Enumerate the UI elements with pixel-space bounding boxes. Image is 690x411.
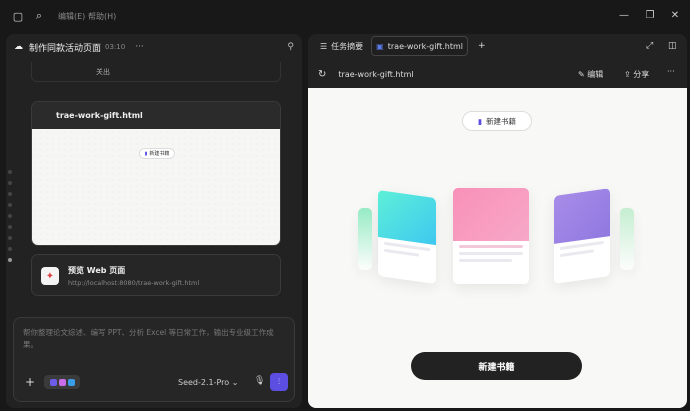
preview-panel: ☰ 任务摘要 ▣ trae-work-gift.html + ⤢ ◫ ↻ trae-… [308, 34, 687, 408]
refresh-icon[interactable]: ↻ [318, 69, 326, 80]
edit-label: 编辑 [587, 70, 604, 79]
sidebar-toggle-icon[interactable]: ▢ [10, 8, 26, 24]
title-bar: ▢ ⌕ 编辑(E) 帮助(H) — ❐ ✕ [0, 0, 690, 32]
tab-task-summary-label: 任务摘要 [331, 41, 364, 51]
menu-edit[interactable]: 编辑(E) [58, 11, 85, 22]
previous-card: 关出 [31, 62, 281, 82]
preview-file-name: trae-work-gift.html [338, 69, 414, 79]
search-icon[interactable]: ⌕ [31, 8, 47, 24]
restore-icon[interactable]: ❐ [643, 8, 657, 22]
chat-header: ☁ 制作同款活动页面 03:10 ··· ⚲ [6, 34, 302, 60]
book-card-far-right [620, 208, 634, 270]
file-card[interactable]: trae-work-gift.html ▮ 新建书籍 [31, 101, 281, 246]
rendered-page: ▮ 新建书籍 新建书籍 [308, 88, 687, 408]
new-book-button[interactable]: 新建书籍 [411, 352, 582, 380]
share-icon: ⇪ [624, 70, 631, 79]
book-card-far-left [358, 208, 372, 270]
file-card-title: trae-work-gift.html [32, 102, 280, 129]
new-book-pill-button[interactable]: ▮ 新建书籍 [462, 111, 532, 131]
model-selector[interactable]: Seed-2.1-Pro ⌄ [178, 378, 238, 387]
edit-icon: ✎ [578, 70, 585, 79]
tab-file-label: trae-work-gift.html [387, 41, 463, 51]
more-options-icon[interactable]: ··· [667, 67, 675, 76]
menu-help[interactable]: 帮助(H) [88, 11, 116, 22]
minimize-icon[interactable]: — [617, 8, 631, 22]
chat-input-placeholder[interactable]: 帮你整理论文综述、编写 PPT、分析 Excel 等日常工作，输出专业级工作成果… [23, 327, 287, 351]
voice-send-button[interactable]: ⫶ [270, 373, 288, 391]
browser-icon: ▣ [376, 41, 384, 51]
chat-input-box[interactable]: 帮你整理论文综述、编写 PPT、分析 Excel 等日常工作，输出专业级工作成果… [13, 317, 295, 402]
expand-icon[interactable]: ⤢ [646, 41, 653, 51]
book-icon: ▮ [477, 116, 483, 126]
previous-card-label: 关出 [96, 68, 110, 76]
share-button[interactable]: ⇪ 分享 [624, 69, 649, 80]
share-label: 分享 [633, 70, 650, 79]
new-book-pill-label: 新建书籍 [486, 116, 517, 126]
tab-task-summary[interactable]: ☰ 任务摘要 [316, 36, 367, 56]
compass-icon: ✦ [41, 267, 59, 285]
preview-toolbar: ↻ trae-work-gift.html ✎ 编辑 ⇪ 分享 ··· [308, 62, 687, 86]
mini-new-book-button: ▮ 新建书籍 [139, 148, 175, 159]
attachment-chips[interactable] [44, 375, 80, 389]
mini-new-book-label: 新建书籍 [149, 151, 170, 157]
new-tab-icon[interactable]: + [478, 41, 486, 51]
file-card-preview: ▮ 新建书籍 [32, 129, 280, 245]
book-card-left [378, 189, 436, 285]
microphone-icon[interactable]: 🎙 [254, 376, 265, 386]
dot-pattern [32, 129, 280, 245]
more-icon[interactable]: ··· [135, 42, 144, 52]
chat-panel: ☁ 制作同款活动页面 03:10 ··· ⚲ 关出 trae-work-gift… [6, 34, 302, 408]
add-icon[interactable]: + [25, 375, 35, 389]
tab-file[interactable]: ▣ trae-work-gift.html [371, 36, 468, 56]
web-preview-title: 预览 Web 页面 [68, 266, 126, 275]
book-card-center [453, 188, 529, 284]
book-icon: ▮ [144, 150, 148, 157]
chat-title: 制作同款活动页面 [29, 43, 102, 54]
pin-icon[interactable]: ⚲ [287, 42, 294, 52]
close-icon[interactable]: ✕ [668, 8, 682, 22]
chat-time: 03:10 [105, 43, 126, 51]
scroll-indicator[interactable] [8, 170, 14, 269]
chevron-down-icon: ⌄ [231, 378, 239, 387]
list-icon: ☰ [320, 41, 328, 51]
tab-bar: ☰ 任务摘要 ▣ trae-work-gift.html + ⤢ ◫ [308, 34, 687, 58]
edit-button[interactable]: ✎ 编辑 [578, 69, 603, 80]
cloud-icon: ☁ [14, 42, 23, 52]
model-name: Seed-2.1-Pro [178, 378, 230, 387]
web-preview-card[interactable]: ✦ 预览 Web 页面 http://localhost:8080/trae-w… [31, 254, 281, 296]
web-preview-url: http://localhost:8080/trae-work-gift.htm… [68, 279, 200, 287]
split-panel-icon[interactable]: ◫ [668, 41, 677, 51]
book-card-right [554, 188, 610, 284]
